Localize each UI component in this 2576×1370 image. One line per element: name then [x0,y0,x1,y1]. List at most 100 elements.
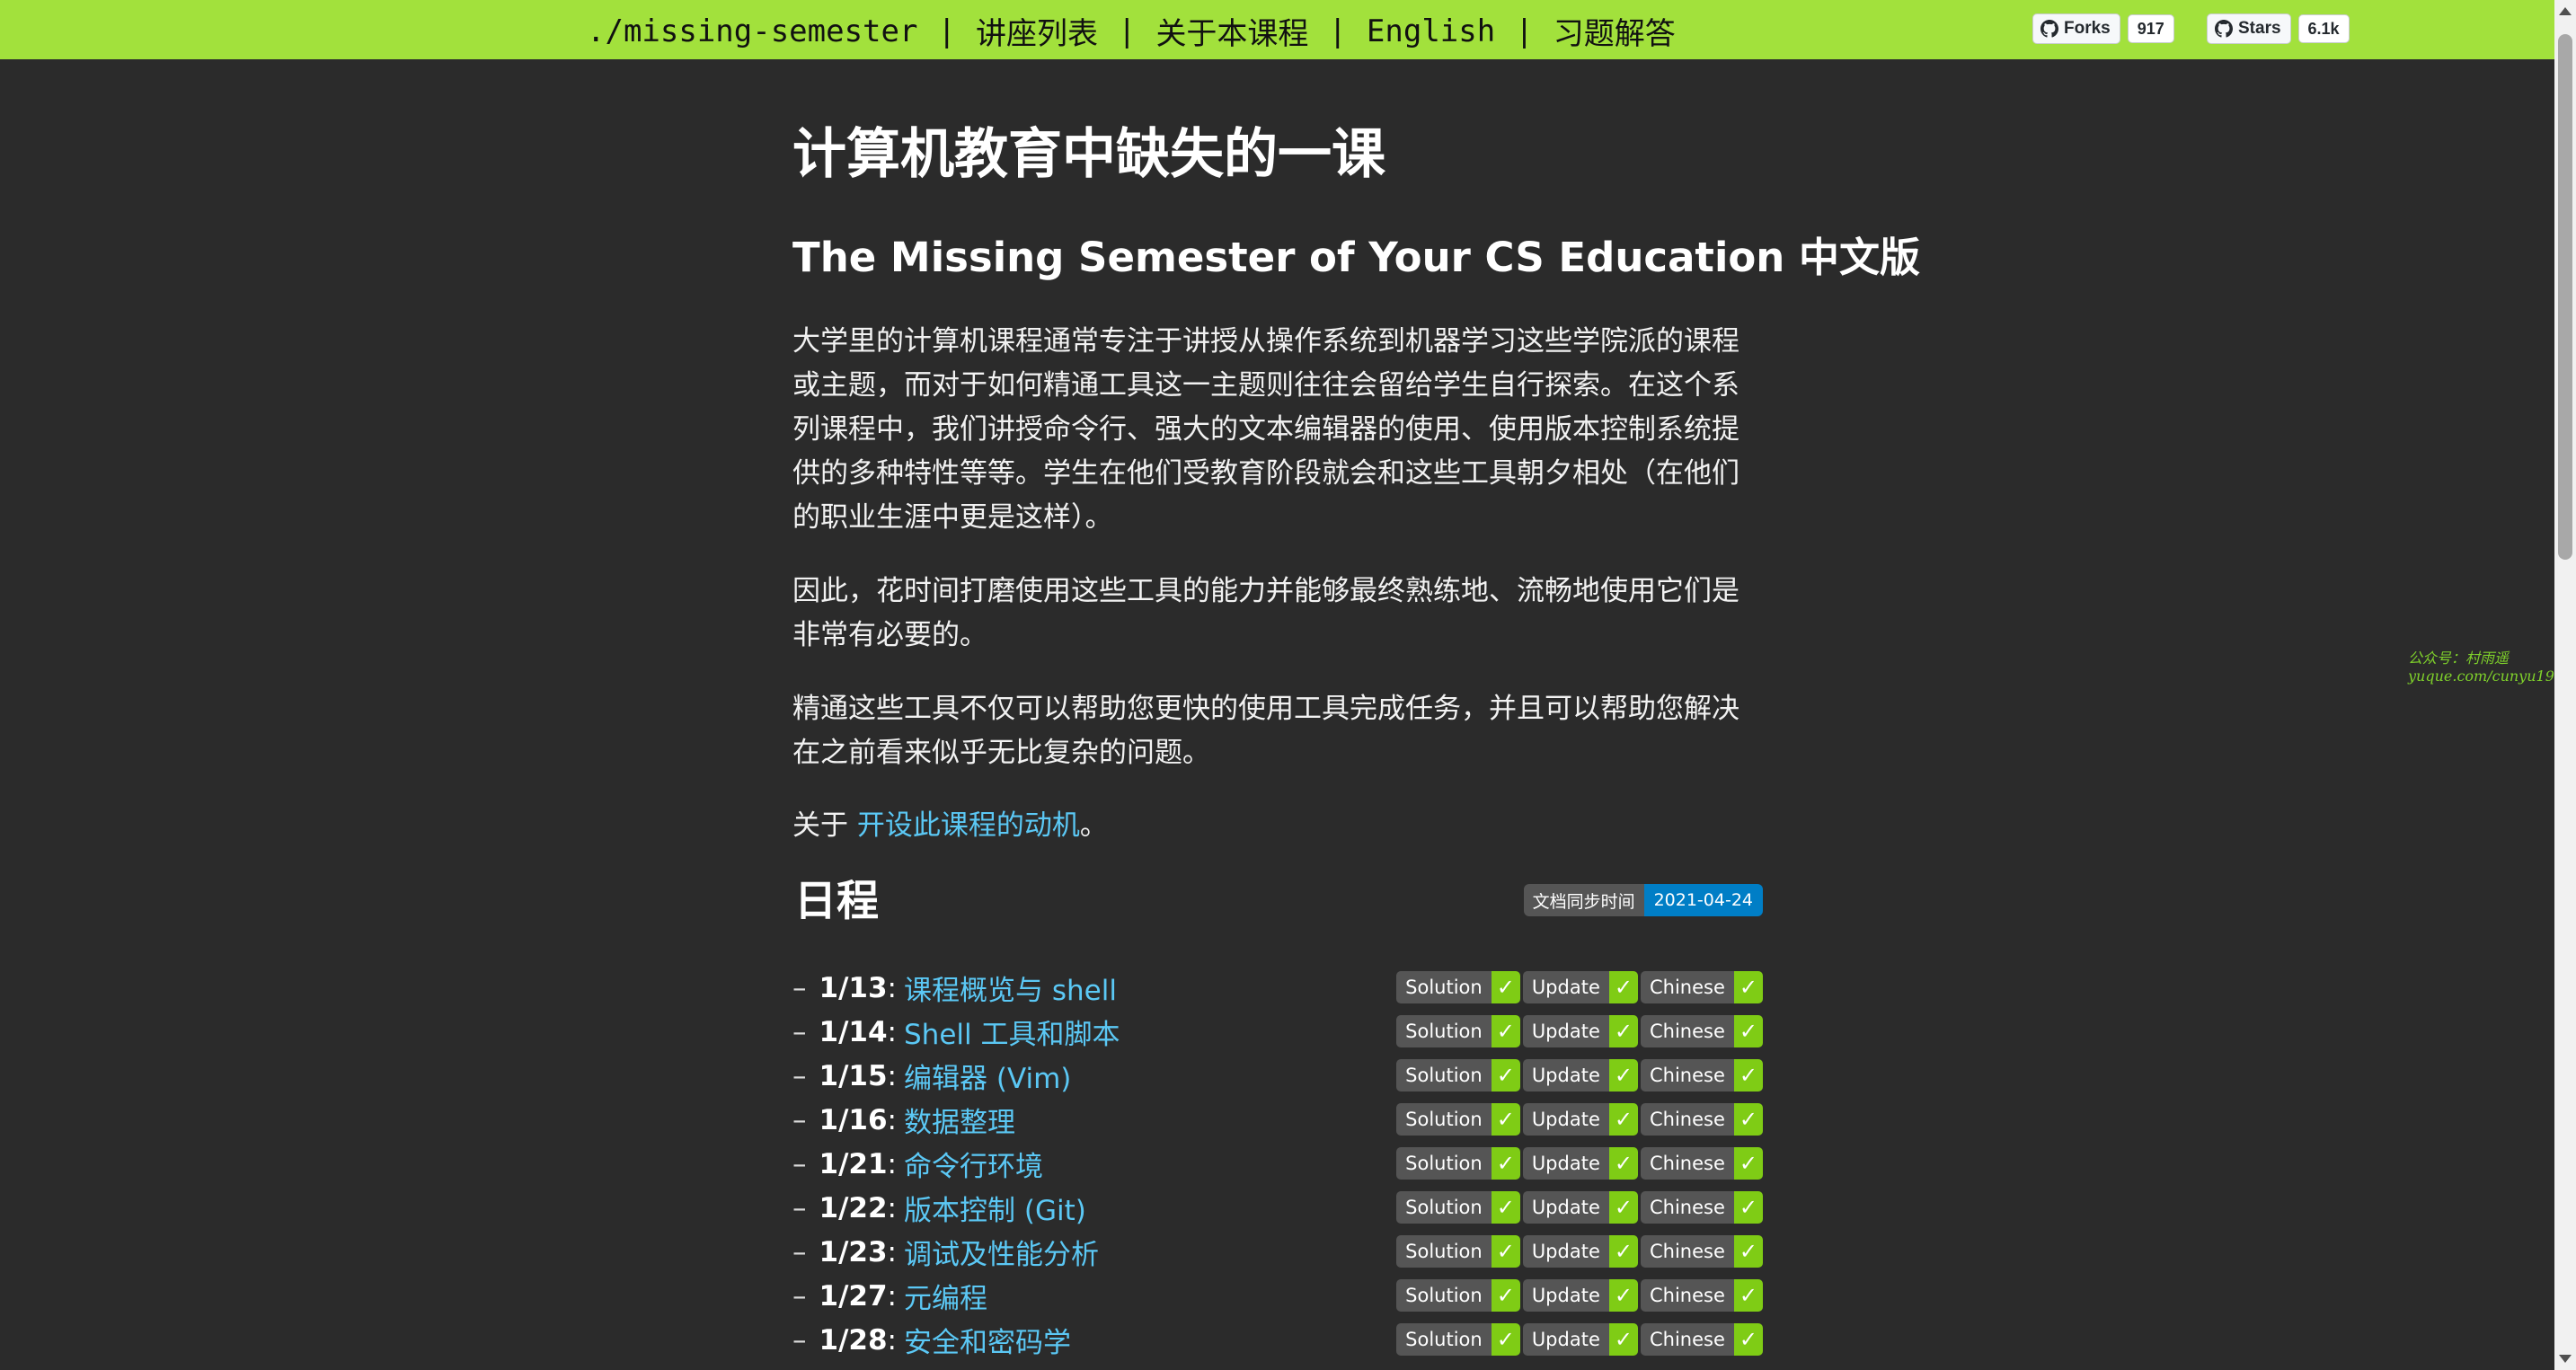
status-badge-label: Chinese [1640,1235,1734,1268]
lecture-link[interactable]: 元编程 [904,1276,987,1316]
lecture-date: 1/23 [819,1235,888,1268]
status-badge-update[interactable]: Update ✓ [1522,1235,1638,1268]
lecture-status-badges: Solution ✓ Update ✓ Chinese ✓ [1394,1323,1763,1356]
status-badge-solution[interactable]: Solution ✓ [1396,1235,1520,1268]
status-badge-solution[interactable]: Solution ✓ [1396,1103,1520,1136]
about-motivation-paragraph: 关于 开设此课程的动机。 [792,804,1763,848]
status-badge-solution[interactable]: Solution ✓ [1396,1147,1520,1180]
status-badge-solution[interactable]: Solution ✓ [1396,1191,1520,1224]
status-badge-update[interactable]: Update ✓ [1522,1191,1638,1224]
page-subtitle: The Missing Semester of Your CS Educatio… [792,234,1920,281]
nav-english-link[interactable]: English [1367,13,1495,49]
check-icon: ✓ [1491,1323,1520,1356]
status-badge-label: Update [1522,971,1609,1003]
lecture-link[interactable]: 版本控制 (Git) [904,1188,1086,1228]
nav-solutions-link[interactable]: 习题解答 [1554,9,1676,53]
status-badge-solution[interactable]: Solution ✓ [1396,1015,1520,1047]
check-icon: ✓ [1608,1147,1638,1180]
lecture-date: 1/21 [819,1147,888,1180]
lecture-colon: : [887,1059,897,1092]
github-stars-button[interactable]: Stars [2207,13,2291,44]
schedule-item: –1/14: Shell 工具和脚本 Solution ✓ Update ✓ Chinese… [792,1010,1763,1054]
github-forks-count[interactable]: 917 [2127,14,2174,43]
check-icon: ✓ [1608,1191,1638,1224]
status-badge-label: Update [1522,1059,1609,1092]
status-badge-chinese[interactable]: Chinese ✓ [1640,1235,1763,1268]
page: ./missing-semester | 讲座列表 | 关于本课程 | Engl… [0,0,2576,1370]
status-badge-update[interactable]: Update ✓ [1522,1015,1638,1047]
status-badge-chinese[interactable]: Chinese ✓ [1640,1103,1763,1136]
vertical-scrollbar[interactable] [2554,0,2576,1370]
sync-date-badge: 文档同步时间 2021-04-24 [1523,884,1763,916]
lecture-date: 1/14 [819,1015,888,1048]
top-nav-bar: ./missing-semester | 讲座列表 | 关于本课程 | Engl… [0,0,2554,59]
status-badge-chinese[interactable]: Chinese ✓ [1640,1015,1763,1047]
github-forks-button[interactable]: Forks [2032,13,2120,44]
nav-separator: | [1117,13,1137,49]
status-badge-label: Update [1522,1015,1609,1047]
scrollbar-thumb[interactable] [2558,34,2572,560]
lecture-link[interactable]: 课程概览与 shell [904,968,1117,1008]
status-badge-chinese[interactable]: Chinese ✓ [1640,1059,1763,1092]
status-badge-update[interactable]: Update ✓ [1522,1059,1638,1092]
status-badge-label: Update [1522,1235,1609,1268]
lecture-link[interactable]: 编辑器 (Vim) [904,1056,1071,1096]
lecture-colon: : [887,971,897,1004]
motivation-link[interactable]: 开设此课程的动机 [857,809,1080,842]
status-badge-label: Solution [1396,1279,1492,1312]
list-dash: – [792,1147,807,1180]
status-badge-label: Chinese [1640,1191,1734,1224]
site-nav: ./missing-semester | 讲座列表 | 关于本课程 | Engl… [587,9,1676,53]
schedule-list: –1/13: 课程概览与 shell Solution ✓ Update ✓ Chinese… [792,966,1763,1362]
scroll-down-arrow-icon[interactable] [2559,1355,2572,1363]
status-badge-label: Chinese [1640,1015,1734,1047]
lecture-status-badges: Solution ✓ Update ✓ Chinese ✓ [1394,1059,1763,1092]
check-icon: ✓ [1608,1015,1638,1047]
list-dash: – [792,1015,807,1048]
status-badge-chinese[interactable]: Chinese ✓ [1640,1147,1763,1180]
check-icon: ✓ [1733,1323,1763,1356]
github-stars-label: Stars [2238,19,2281,38]
status-badge-update[interactable]: Update ✓ [1522,1147,1638,1180]
check-icon: ✓ [1491,1279,1520,1312]
status-badge-solution[interactable]: Solution ✓ [1396,971,1520,1003]
status-badge-label: Update [1522,1279,1609,1312]
status-badge-chinese[interactable]: Chinese ✓ [1640,1191,1763,1224]
status-badge-solution[interactable]: Solution ✓ [1396,1059,1520,1092]
lecture-link[interactable]: 数据整理 [904,1100,1015,1140]
status-badge-update[interactable]: Update ✓ [1522,1279,1638,1312]
status-badge-chinese[interactable]: Chinese ✓ [1640,1279,1763,1312]
check-icon: ✓ [1733,1235,1763,1268]
status-badge-update[interactable]: Update ✓ [1522,1103,1638,1136]
github-stars-count[interactable]: 6.1k [2297,14,2350,43]
check-icon: ✓ [1491,1059,1520,1092]
status-badge-chinese[interactable]: Chinese ✓ [1640,971,1763,1003]
check-icon: ✓ [1733,1279,1763,1312]
scroll-up-arrow-icon[interactable] [2559,7,2572,15]
status-badge-solution[interactable]: Solution ✓ [1396,1279,1520,1312]
watermark: 公众号：村雨遥 yuque.com/cunyu1943 [2408,650,2572,685]
lecture-link[interactable]: 命令行环境 [904,1144,1043,1184]
status-badge-solution[interactable]: Solution ✓ [1396,1323,1520,1356]
lecture-date: 1/22 [819,1191,888,1224]
lecture-colon: : [887,1235,897,1268]
status-badge-update[interactable]: Update ✓ [1522,1323,1638,1356]
nav-lectures-link[interactable]: 讲座列表 [976,9,1098,53]
status-badge-chinese[interactable]: Chinese ✓ [1640,1323,1763,1356]
list-dash: – [792,1059,807,1092]
lecture-link[interactable]: Shell 工具和脚本 [904,1012,1120,1052]
watermark-line: yuque.com/cunyu1943 [2408,667,2573,685]
lecture-colon: : [887,1279,897,1313]
lecture-date: 1/16 [819,1103,888,1136]
status-badge-update[interactable]: Update ✓ [1522,971,1638,1003]
lecture-link[interactable]: 调试及性能分析 [904,1232,1099,1272]
nav-home-link[interactable]: ./missing-semester [587,13,917,49]
github-icon [2040,20,2058,38]
status-badge-label: Chinese [1640,1103,1734,1136]
schedule-item: –1/15: 编辑器 (Vim) Solution ✓ Update ✓ Chinese ✓ [792,1054,1763,1098]
check-icon: ✓ [1608,1059,1638,1092]
schedule-item: –1/23: 调试及性能分析 Solution ✓ Update ✓ Chinese ✓ [792,1230,1763,1274]
about-suffix: 。 [1079,809,1108,842]
nav-about-link[interactable]: 关于本课程 [1155,9,1308,53]
lecture-link[interactable]: 安全和密码学 [904,1320,1071,1360]
